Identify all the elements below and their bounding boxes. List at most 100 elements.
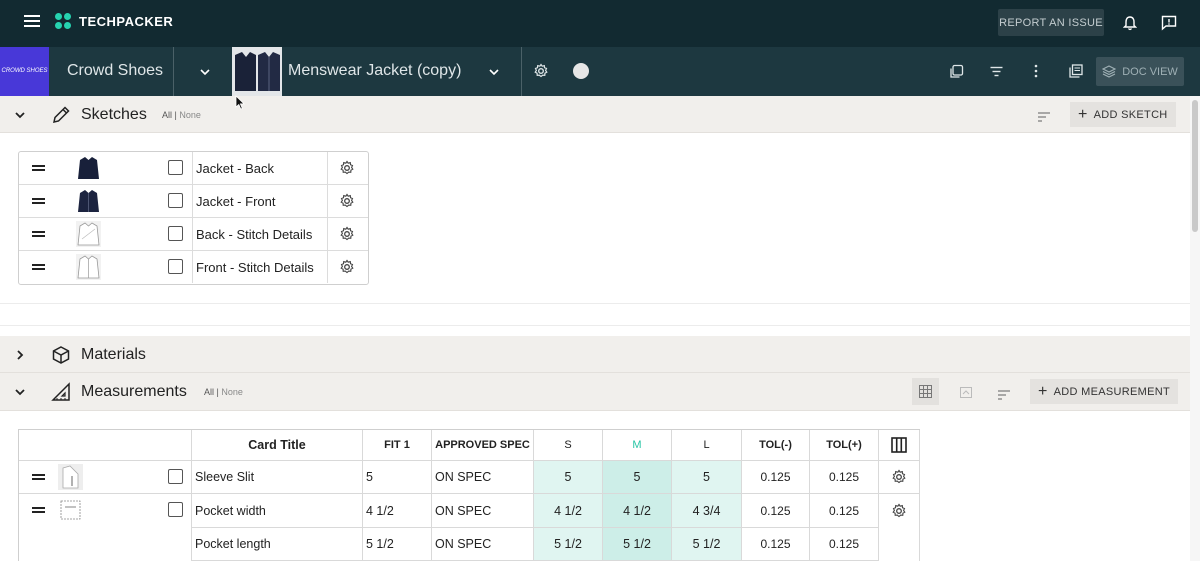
sketch-thumbnail[interactable] [76,155,101,181]
sketch-thumbnail[interactable] [76,254,101,280]
tol-plus-value[interactable]: 0.125 [810,494,879,528]
size-m-value[interactable]: 5 1/2 [603,528,672,561]
column-header[interactable]: M [603,430,672,461]
gear-icon[interactable] [339,259,355,275]
sketch-row[interactable]: Back - Stitch Details [19,218,368,251]
drag-handle-icon[interactable] [32,507,45,513]
row-checkbox[interactable] [168,502,183,517]
sort-icon[interactable] [1038,109,1050,122]
drag-handle-icon[interactable] [32,165,45,171]
sketch-name[interactable]: Back - Stitch Details [192,218,328,250]
image-view-icon[interactable] [960,385,972,403]
select-all-link[interactable]: All [204,387,214,397]
measurement-title[interactable]: Sleeve Slit [192,461,363,494]
chevron-down-icon[interactable] [488,65,500,77]
fit1-value[interactable]: 5 [363,461,432,494]
gear-icon[interactable] [339,193,355,209]
grid-view-button[interactable] [912,378,939,405]
tol-plus-value[interactable]: 0.125 [810,528,879,561]
select-none-link[interactable]: None [179,110,201,120]
gear-icon[interactable] [339,160,355,176]
select-all-link[interactable]: All [162,110,172,120]
tol-minus-value[interactable]: 0.125 [742,461,810,494]
sort-icon[interactable] [998,387,1010,400]
drag-handle-icon[interactable] [32,264,45,270]
measurement-title[interactable]: Pocket width [192,494,363,528]
measurement-thumbnail[interactable] [58,497,83,523]
tol-minus-value[interactable]: 0.125 [742,528,810,561]
column-header[interactable]: L [672,430,742,461]
sketch-checkbox[interactable] [168,226,183,241]
gear-icon[interactable] [879,494,920,561]
chevron-down-icon[interactable] [199,65,211,77]
size-l-value[interactable]: 4 3/4 [672,494,742,528]
filter-icon[interactable] [987,62,1005,80]
more-icon[interactable] [1027,62,1045,80]
column-header[interactable]: APPROVED SPEC [432,430,534,461]
drag-handle-icon[interactable] [32,474,45,480]
column-header[interactable]: TOL(+) [810,430,879,461]
column-header[interactable]: S [534,430,603,461]
sketch-name[interactable]: Jacket - Back [192,152,328,184]
tol-minus-value[interactable]: 0.125 [742,494,810,528]
sketch-row[interactable]: Jacket - Back [19,152,368,185]
drag-handle-icon[interactable] [32,231,45,237]
sketch-row[interactable]: Jacket - Front [19,185,368,218]
drag-handle-icon[interactable] [32,198,45,204]
sketch-name[interactable]: Jacket - Front [192,185,328,217]
gear-icon[interactable] [532,62,550,80]
scrollbar-thumb[interactable] [1192,100,1198,232]
sketch-thumbnail[interactable] [76,188,101,214]
approved-spec-value[interactable]: ON SPEC [432,494,534,528]
project-name[interactable]: Crowd Shoes [67,62,163,80]
tol-plus-value[interactable]: 0.125 [810,461,879,494]
sketch-checkbox[interactable] [168,160,183,175]
sketch-name[interactable]: Front - Stitch Details [192,251,328,283]
row-checkbox[interactable] [168,469,183,484]
copy-icon[interactable] [947,62,965,80]
chevron-down-icon[interactable] [14,108,26,120]
size-m-value[interactable]: 4 1/2 [603,494,672,528]
approved-spec-value[interactable]: ON SPEC [432,528,534,561]
size-l-value[interactable]: 5 [672,461,742,494]
report-issue-button[interactable]: REPORT AN ISSUE [998,9,1104,36]
brand-logo[interactable]: CROWD SHOES [0,47,49,96]
measurement-title[interactable]: Pocket length [192,528,363,561]
chevron-right-icon[interactable] [14,348,26,360]
document-thumbnail[interactable] [232,47,282,96]
size-m-value[interactable]: 5 [603,461,672,494]
sketch-thumbnail[interactable] [76,221,101,247]
size-s-value[interactable]: 5 [534,461,603,494]
add-measurement-button[interactable]: + ADD MEASUREMENT [1030,379,1178,404]
size-s-value[interactable]: 4 1/2 [534,494,603,528]
gear-icon[interactable] [339,226,355,242]
document-name[interactable]: Menswear Jacket (copy) [288,62,461,80]
column-header[interactable]: Card Title [192,430,363,461]
table-row[interactable] [19,461,192,494]
approved-spec-value[interactable]: ON SPEC [432,461,534,494]
table-row[interactable] [19,494,192,561]
fit1-value[interactable]: 4 1/2 [363,494,432,528]
gear-icon[interactable] [879,461,920,494]
status-indicator[interactable] [573,63,589,79]
fit1-value[interactable]: 5 1/2 [363,528,432,561]
measurement-thumbnail[interactable] [58,464,83,490]
feedback-icon[interactable] [1160,14,1178,32]
column-header[interactable]: TOL(-) [742,430,810,461]
materials-section-header[interactable]: Materials [0,336,1190,373]
select-none-link[interactable]: None [221,387,243,397]
doc-view-button[interactable]: DOC VIEW [1096,57,1184,86]
columns-icon[interactable] [879,430,920,461]
size-l-value[interactable]: 5 1/2 [672,528,742,561]
sketch-checkbox[interactable] [168,193,183,208]
vertical-scrollbar[interactable] [1190,96,1200,561]
bell-icon[interactable] [1121,14,1139,32]
add-sketch-button[interactable]: + ADD SKETCH [1070,102,1176,127]
size-s-value[interactable]: 5 1/2 [534,528,603,561]
column-header[interactable]: FIT 1 [363,430,432,461]
app-logo[interactable]: TECHPACKER [55,13,173,29]
sketch-row[interactable]: Front - Stitch Details [19,251,368,284]
pages-icon[interactable] [1067,62,1085,80]
chevron-down-icon[interactable] [14,385,26,397]
menu-icon[interactable] [24,15,40,29]
